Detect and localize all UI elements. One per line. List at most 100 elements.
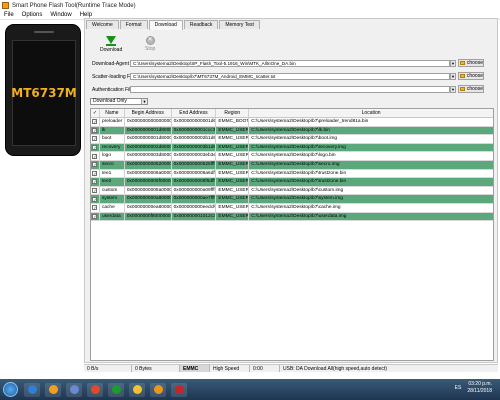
row-begin-address: 0x0000000005200000 bbox=[126, 160, 172, 169]
taskbar-app-button[interactable] bbox=[24, 382, 40, 397]
download-mode-select[interactable]: Download Only ▼ bbox=[90, 98, 148, 105]
row-end-address: 0x0000000003b1d8f bbox=[173, 143, 217, 152]
start-button[interactable] bbox=[3, 382, 18, 397]
taskbar-app-button[interactable] bbox=[129, 382, 145, 397]
table-row[interactable]: ✓ logo 0x0000000003d80000 0x0000000003eb3ea… bbox=[91, 152, 493, 161]
row-region: EMMC_USER bbox=[218, 169, 250, 178]
auth-choose-button[interactable]: choose bbox=[458, 85, 484, 93]
checkbox-icon[interactable]: ✓ bbox=[92, 136, 98, 142]
row-checkbox[interactable]: ✓ bbox=[91, 135, 100, 143]
row-end-address: 0x000000000001d653 bbox=[173, 118, 217, 126]
partition-table: ✓ Name Begin Address End Address Region … bbox=[90, 108, 494, 361]
row-region: EMMC_USER bbox=[218, 126, 250, 135]
taskbar-app-button[interactable] bbox=[171, 382, 187, 397]
table-row[interactable]: ✓ recovery 0x0000000002d80000 0x0000000003b… bbox=[91, 143, 493, 153]
stop-button[interactable]: ✕ Stop bbox=[145, 35, 155, 52]
row-checkbox[interactable]: ✓ bbox=[91, 203, 100, 212]
row-checkbox[interactable]: ✓ bbox=[91, 152, 100, 160]
scatter-choose-button[interactable]: choose bbox=[458, 72, 484, 80]
row-region: EMMC_USER bbox=[218, 178, 250, 186]
checkbox-icon[interactable]: ✓ bbox=[92, 170, 98, 176]
download-bar-icon bbox=[106, 44, 117, 46]
checkbox-icon[interactable]: ✓ bbox=[92, 196, 98, 202]
stop-icon: ✕ bbox=[145, 36, 155, 45]
download-agent-choose-button[interactable]: choose bbox=[458, 59, 484, 67]
row-name: logo bbox=[100, 152, 125, 160]
table-row[interactable]: ✓ userdata 0x0000000f8000000 0x000000001012… bbox=[91, 212, 493, 222]
row-checkbox[interactable]: ✓ bbox=[91, 118, 100, 126]
menu-window[interactable]: Window bbox=[46, 12, 75, 18]
table-row[interactable]: ✓ secro 0x0000000005200000 0x000000000525ff… bbox=[91, 160, 493, 170]
app-icon bbox=[69, 385, 79, 394]
row-begin-address: 0x0000000f8000000 bbox=[126, 212, 172, 221]
tab-download[interactable]: Download bbox=[148, 20, 183, 30]
row-checkbox[interactable]: ✓ bbox=[91, 143, 100, 152]
checkbox-icon[interactable]: ✓ bbox=[92, 162, 98, 168]
header-check[interactable]: ✓ bbox=[91, 109, 100, 117]
taskbar-app-button[interactable] bbox=[66, 382, 82, 397]
scatter-field[interactable]: C:\Users\systema2\Desktop\b7\MT6737M_And… bbox=[130, 73, 450, 80]
row-checkbox[interactable]: ✓ bbox=[91, 212, 100, 221]
row-checkbox[interactable]: ✓ bbox=[91, 169, 100, 178]
download-button[interactable]: Download bbox=[100, 35, 122, 53]
row-location: C:\Users\systema2\Desktop\b7\system.img bbox=[251, 196, 343, 202]
row-name: preloader bbox=[100, 118, 125, 126]
row-checkbox[interactable]: ✓ bbox=[91, 126, 100, 135]
status-mode: High Speed bbox=[210, 365, 250, 372]
checkbox-icon[interactable]: ✓ bbox=[92, 153, 98, 159]
checkbox-icon[interactable]: ✓ bbox=[92, 188, 98, 194]
menu-options[interactable]: Options bbox=[18, 12, 47, 18]
taskbar-app-button[interactable] bbox=[150, 382, 166, 397]
row-location: C:\Users\systema2\Desktop\b7\logo.bin bbox=[251, 153, 336, 159]
row-begin-address: 0x0000000001d80000 bbox=[126, 135, 172, 143]
tab-memory-test[interactable]: Memory Test bbox=[219, 20, 260, 29]
checkbox-icon[interactable]: ✓ bbox=[92, 119, 98, 125]
header-end-address: End Address bbox=[172, 109, 217, 117]
checkbox-icon[interactable]: ✓ bbox=[92, 145, 98, 151]
clock[interactable]: 03:20 p.m. 28/11/2018 bbox=[467, 381, 492, 395]
taskbar: ES 03:20 p.m. 28/11/2018 bbox=[0, 379, 500, 400]
taskbar-app-button[interactable] bbox=[108, 382, 124, 397]
taskbar-app-button[interactable] bbox=[45, 382, 61, 397]
row-end-address: 0x000000001012c38f bbox=[173, 212, 217, 221]
checkbox-icon[interactable]: ✓ bbox=[92, 127, 98, 133]
row-checkbox[interactable]: ✓ bbox=[91, 160, 100, 169]
folder-icon bbox=[460, 61, 465, 65]
language-indicator[interactable]: ES bbox=[455, 385, 462, 391]
folder-icon bbox=[460, 74, 465, 78]
menu-file[interactable]: File bbox=[0, 12, 18, 18]
table-row[interactable]: ✓ boot 0x0000000001d80000 0x0000000002b1d8f… bbox=[91, 135, 493, 144]
table-row[interactable]: ✓ tee2 0x0000000006f00000 0x0000000006f6dff… bbox=[91, 178, 493, 187]
row-location: C:\Users\systema2\Desktop\b7\recovery.im… bbox=[251, 144, 346, 150]
row-region: EMMC_USER bbox=[218, 186, 250, 195]
row-region: EMMC_USER bbox=[218, 160, 250, 169]
row-location: C:\Users\systema2\Desktop\b7\secro.img bbox=[251, 161, 340, 167]
taskbar-apps bbox=[24, 382, 192, 397]
table-row[interactable]: ✓ system 0x000000000a800000 0x000000000ae7f… bbox=[91, 195, 493, 204]
table-row[interactable]: ✓ preloader 0x0000000000000000 0x0000000000… bbox=[91, 118, 493, 127]
tab-readback[interactable]: Readback bbox=[183, 20, 219, 29]
tab-format[interactable]: Format bbox=[119, 20, 148, 29]
checkbox-icon[interactable]: ✓ bbox=[92, 205, 98, 211]
checkbox-icon[interactable]: ✓ bbox=[92, 179, 98, 185]
tab-welcome[interactable]: Welcome bbox=[86, 20, 119, 29]
row-region: EMMC_USER bbox=[218, 212, 250, 221]
auth-field[interactable] bbox=[130, 86, 450, 93]
table-row[interactable]: ✓ custom 0x0000000008a00000 0x000000000a09f… bbox=[91, 186, 493, 196]
checkbox-icon[interactable]: ✓ bbox=[92, 213, 98, 219]
row-name: lk bbox=[100, 126, 125, 135]
app-icon bbox=[27, 385, 37, 394]
taskbar-app-button[interactable] bbox=[87, 382, 103, 397]
scatter-dropdown[interactable]: ▼ bbox=[450, 73, 456, 80]
phone-screen: MT6737M bbox=[11, 40, 77, 146]
download-agent-field[interactable]: C:\Users\systema2\Desktop\SP_Flash_Tool-… bbox=[130, 60, 450, 67]
table-row[interactable]: ✓ tee1 0x0000000006a00000 0x0000000006a6dff… bbox=[91, 169, 493, 179]
table-row[interactable]: ✓ lk 0x0000000001d80000 0x0000000001ccc38f E… bbox=[91, 126, 493, 136]
row-checkbox[interactable]: ✓ bbox=[91, 186, 100, 195]
auth-dropdown[interactable]: ▼ bbox=[450, 86, 456, 93]
row-end-address: 0x000000000eedcf0f3 bbox=[173, 203, 217, 212]
table-row[interactable]: ✓ cache 0x00000000ea800000 0x000000000eedcf… bbox=[91, 203, 493, 213]
row-checkbox[interactable]: ✓ bbox=[91, 178, 100, 186]
download-agent-dropdown[interactable]: ▼ bbox=[450, 60, 456, 67]
row-checkbox[interactable]: ✓ bbox=[91, 195, 100, 203]
